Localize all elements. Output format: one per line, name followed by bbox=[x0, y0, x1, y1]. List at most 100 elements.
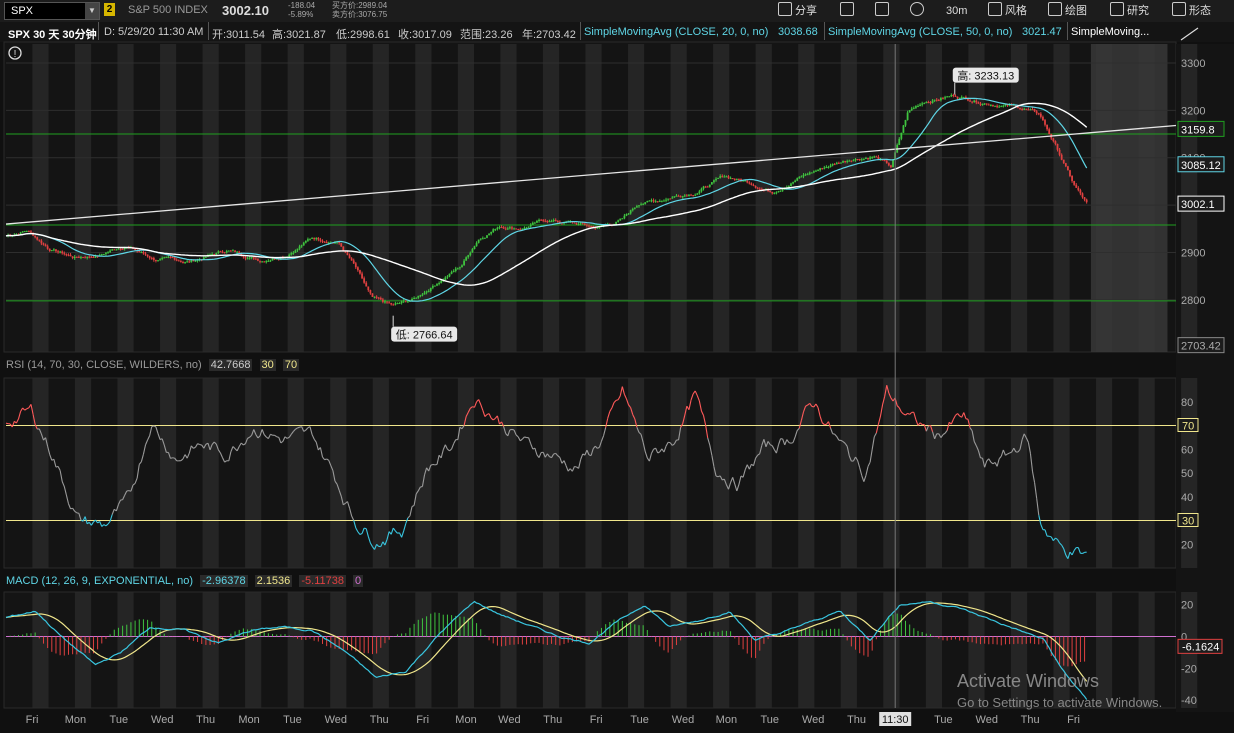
candle-body bbox=[1029, 109, 1032, 111]
candle-body bbox=[908, 110, 911, 113]
candle-body bbox=[1054, 141, 1057, 144]
candle-body bbox=[492, 229, 495, 232]
candle-body bbox=[267, 260, 270, 262]
candle-body bbox=[796, 178, 799, 181]
candle-body bbox=[75, 256, 78, 258]
candle-body bbox=[621, 218, 624, 220]
candle-body bbox=[169, 256, 172, 258]
rsi-tick-label: 60 bbox=[1181, 444, 1193, 456]
candle-body bbox=[948, 96, 951, 98]
candle-body bbox=[583, 223, 586, 225]
candle-body bbox=[517, 229, 520, 231]
candle-body bbox=[644, 202, 647, 205]
candle-body bbox=[890, 165, 892, 168]
x-tick-label: Mon bbox=[455, 714, 476, 726]
candle-body bbox=[983, 103, 986, 105]
candle-body bbox=[246, 258, 249, 260]
candle-body bbox=[456, 268, 459, 270]
candle-body bbox=[379, 297, 382, 300]
candle-body bbox=[650, 200, 653, 202]
candle-body bbox=[321, 240, 324, 242]
rsi-segment bbox=[430, 463, 434, 466]
candle-body bbox=[307, 239, 309, 241]
rsi-tick-label: 40 bbox=[1181, 492, 1193, 504]
candle-body bbox=[627, 213, 630, 215]
candle-body bbox=[710, 182, 713, 185]
candle-body bbox=[150, 257, 153, 259]
candle-body bbox=[157, 260, 159, 262]
candle-body bbox=[46, 246, 49, 249]
candle-body bbox=[475, 242, 478, 247]
candle-body bbox=[423, 292, 426, 295]
candle-body bbox=[450, 272, 453, 274]
candle-body bbox=[935, 99, 938, 101]
session-band bbox=[415, 592, 432, 708]
macd-label[interactable]: MACD (12, 26, 9, EXPONENTIAL, no) bbox=[6, 575, 193, 587]
candle-body bbox=[271, 258, 274, 261]
candle-body bbox=[992, 105, 994, 107]
candle-body bbox=[798, 176, 801, 179]
candle-body bbox=[837, 162, 840, 164]
candle-body bbox=[692, 195, 695, 197]
candle-body bbox=[146, 254, 149, 257]
candle-body bbox=[1048, 129, 1051, 134]
candle-body bbox=[529, 224, 532, 227]
rsi-overbought-label: 70 bbox=[282, 359, 300, 371]
candle-body bbox=[186, 261, 189, 263]
candle-body bbox=[717, 177, 720, 179]
candle-body bbox=[219, 251, 222, 253]
price-tick-label: 2800 bbox=[1181, 295, 1205, 307]
session-band bbox=[883, 44, 900, 352]
candle-body bbox=[421, 294, 424, 296]
session-band bbox=[500, 378, 517, 568]
candle-body bbox=[946, 96, 949, 98]
candle-body bbox=[250, 257, 253, 259]
candle-body bbox=[506, 228, 509, 230]
candle-body bbox=[825, 167, 828, 169]
candle-body bbox=[533, 222, 536, 224]
candle-body bbox=[531, 222, 534, 225]
candle-body bbox=[105, 252, 107, 255]
candle-body bbox=[758, 188, 761, 190]
candle-body bbox=[792, 182, 794, 184]
candle-body bbox=[111, 249, 114, 251]
session-band bbox=[32, 44, 49, 352]
candle-body bbox=[590, 225, 592, 227]
candle-body bbox=[713, 180, 715, 183]
rsi-oversold-label: 30 bbox=[259, 359, 276, 371]
candle-body bbox=[204, 256, 207, 258]
candle-body bbox=[100, 254, 103, 256]
session-band bbox=[32, 378, 49, 568]
draw-tool-icon bbox=[1180, 27, 1199, 41]
session-band bbox=[372, 44, 389, 352]
macd-last-text: -6.1624 bbox=[1182, 641, 1219, 653]
candle-body bbox=[779, 190, 782, 192]
candle-body bbox=[102, 254, 105, 256]
candle-body bbox=[746, 180, 749, 183]
candle-body bbox=[52, 249, 55, 251]
rsi-level-text: 70 bbox=[1182, 421, 1194, 433]
candle-body bbox=[417, 295, 420, 298]
candle-body bbox=[671, 197, 674, 199]
candle-body bbox=[194, 260, 197, 262]
rsi-level-text: 30 bbox=[1182, 516, 1194, 528]
candle-body bbox=[261, 261, 264, 263]
candle-body bbox=[325, 241, 328, 244]
session-band bbox=[415, 378, 432, 568]
candle-body bbox=[375, 296, 378, 298]
candle-body bbox=[165, 256, 168, 258]
candle-body bbox=[550, 221, 553, 223]
session-band bbox=[330, 378, 347, 568]
candle-body bbox=[833, 164, 836, 166]
candle-body bbox=[773, 192, 776, 194]
candle-body bbox=[229, 250, 232, 252]
rsi-label[interactable]: RSI (14, 70, 30, CLOSE, WILDERS, no) bbox=[6, 359, 202, 371]
candle-body bbox=[648, 200, 651, 202]
candle-body bbox=[265, 261, 268, 263]
candle-body bbox=[575, 222, 578, 225]
candle-body bbox=[44, 244, 47, 247]
candle-body bbox=[989, 105, 992, 107]
x-tick-label: Fri bbox=[416, 714, 429, 726]
session-band bbox=[457, 592, 474, 708]
candle-body bbox=[350, 258, 353, 261]
